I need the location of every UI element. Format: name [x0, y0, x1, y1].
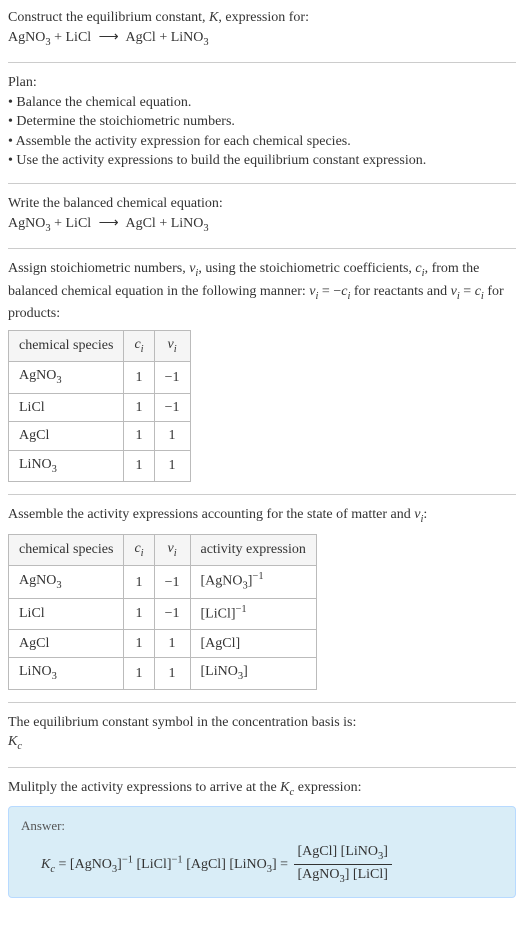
product-1: AgCl: [125, 30, 155, 45]
stoich-table: chemical species ci νi AgNO3 1 −1 LiCl 1…: [8, 330, 191, 483]
stoich-section: Assign stoichiometric numbers, νi, using…: [8, 259, 516, 482]
table-header: ci: [124, 534, 154, 565]
table-row: LiNO3 1 1: [9, 450, 191, 481]
stoich-intro: Assign stoichiometric numbers, νi, using…: [8, 259, 516, 324]
balanced-title: Write the balanced chemical equation:: [8, 194, 516, 214]
table-header: chemical species: [9, 534, 124, 565]
prompt-k: K: [209, 10, 218, 25]
table-row: AgNO3 1 −1: [9, 362, 191, 393]
product-2: LiNO3: [171, 30, 209, 45]
plan-item: Assemble the activity expression for eac…: [8, 132, 516, 152]
kc-basis-section: The equilibrium constant symbol in the c…: [8, 713, 516, 755]
activity-table: chemical species ci νi activity expressi…: [8, 534, 317, 690]
divider: [8, 702, 516, 703]
equation-line: AgNO3 + LiCl ⟶ AgCl + LiNO3: [8, 28, 516, 50]
table-row: AgCl 1 1: [9, 422, 191, 451]
divider: [8, 494, 516, 495]
multiply-text: Mulitply the activity expressions to arr…: [8, 778, 516, 800]
table-row: LiCl 1 −1: [9, 393, 191, 422]
fraction: [AgCl] [LiNO3][AgNO3] [LiCl]: [294, 842, 392, 888]
plan-item: Use the activity expressions to build th…: [8, 151, 516, 171]
prompt-text-b: , expression for:: [218, 10, 309, 25]
reactant-2: LiCl: [66, 30, 92, 45]
table-header: νi: [154, 534, 190, 565]
arrow-icon: ⟶: [95, 216, 123, 231]
plan-title: Plan:: [8, 73, 516, 93]
table-header: ci: [124, 330, 154, 361]
plan-section: Plan: Balance the chemical equation. Det…: [8, 73, 516, 171]
table-header-row: chemical species ci νi activity expressi…: [9, 534, 317, 565]
activity-intro: Assemble the activity expressions accoun…: [8, 505, 516, 527]
plan-item: Determine the stoichiometric numbers.: [8, 112, 516, 132]
table-header: chemical species: [9, 330, 124, 361]
divider: [8, 248, 516, 249]
table-header: νi: [154, 330, 190, 361]
kc-symbol: Kc: [8, 732, 516, 754]
table-row: LiCl 1 −1 [LiCl]−1: [9, 599, 317, 629]
table-row: AgNO3 1 −1 [AgNO3]−1: [9, 566, 317, 599]
activity-section: Assemble the activity expressions accoun…: [8, 505, 516, 689]
multiply-section: Mulitply the activity expressions to arr…: [8, 778, 516, 899]
prompt-text: Construct the equilibrium constant,: [8, 10, 209, 25]
prompt-section: Construct the equilibrium constant, K, e…: [8, 8, 516, 50]
divider: [8, 767, 516, 768]
answer-expression: Kc = [AgNO3]−1 [LiCl]−1 [AgCl] [LiNO3] =…: [21, 842, 503, 888]
table-header: activity expression: [190, 534, 316, 565]
table-row: AgCl 1 1 [AgCl]: [9, 629, 317, 658]
answer-box: Answer: Kc = [AgNO3]−1 [LiCl]−1 [AgCl] […: [8, 806, 516, 898]
plan-list: Balance the chemical equation. Determine…: [8, 93, 516, 171]
table-row: LiNO3 1 1 [LiNO3]: [9, 658, 317, 689]
divider: [8, 183, 516, 184]
plan-item: Balance the chemical equation.: [8, 93, 516, 113]
kc-basis-text: The equilibrium constant symbol in the c…: [8, 713, 516, 733]
arrow-icon: ⟶: [95, 30, 123, 45]
answer-label: Answer:: [21, 817, 503, 835]
divider: [8, 62, 516, 63]
table-header-row: chemical species ci νi: [9, 330, 191, 361]
reactant-1: AgNO3: [8, 30, 51, 45]
balanced-equation: AgNO3 + LiCl ⟶ AgCl + LiNO3: [8, 214, 516, 236]
balanced-section: Write the balanced chemical equation: Ag…: [8, 194, 516, 236]
